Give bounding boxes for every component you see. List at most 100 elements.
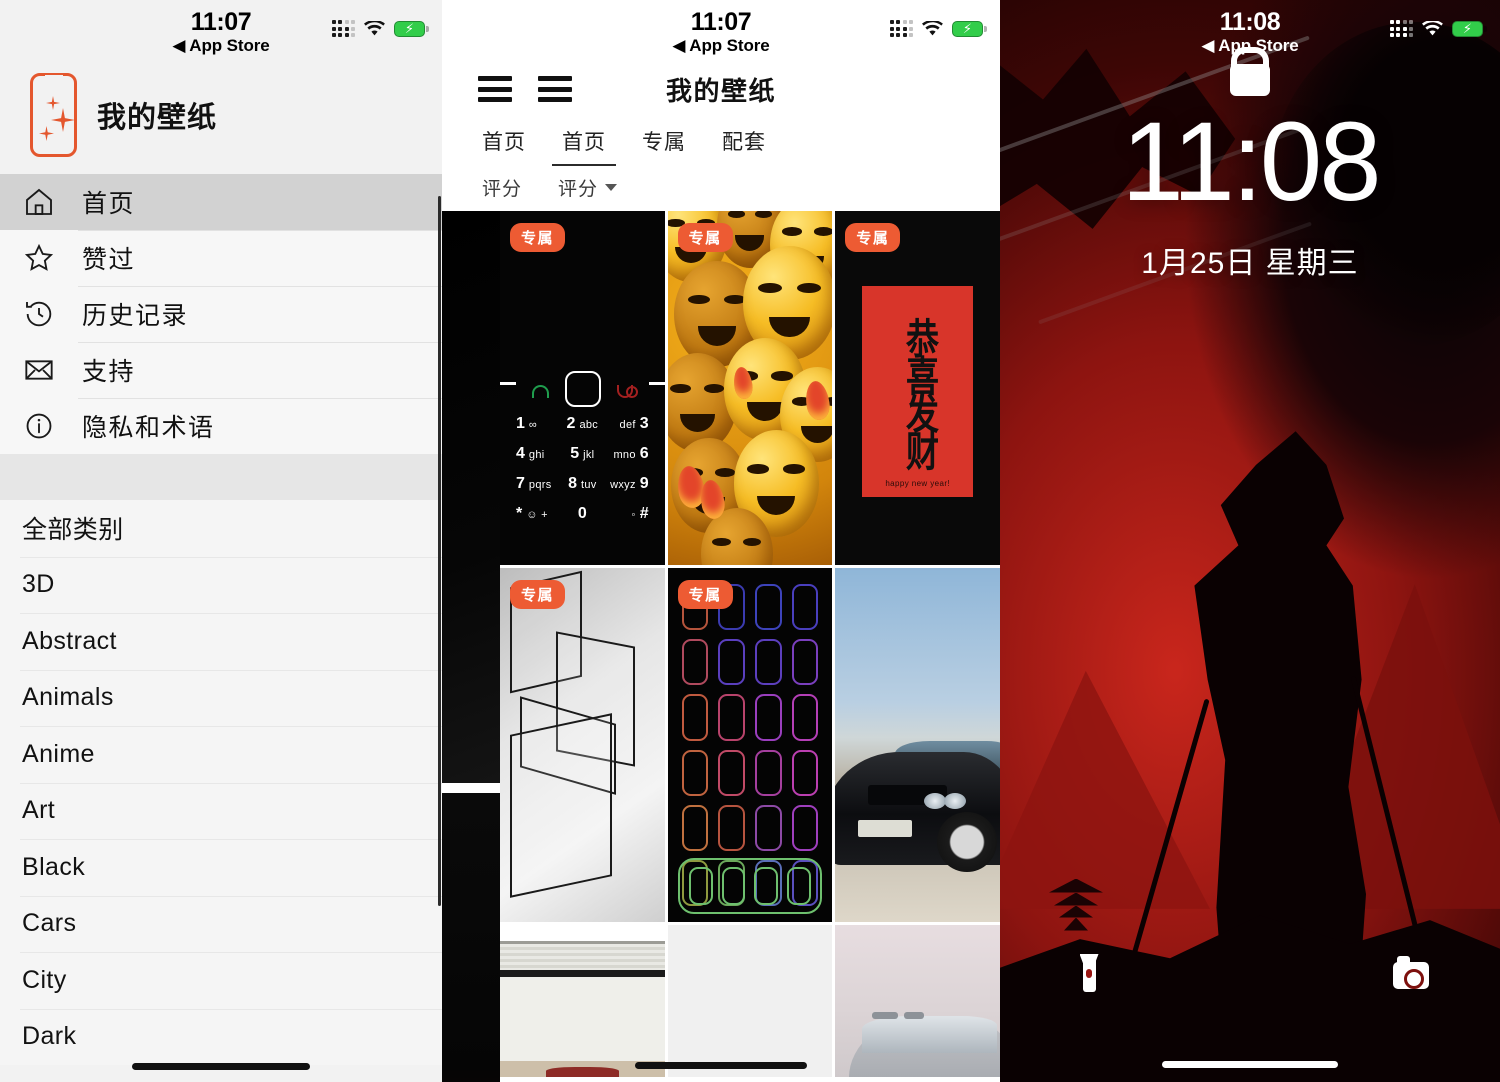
tab-home-1[interactable]: 首页 (464, 120, 544, 170)
home-indicator[interactable] (132, 1063, 310, 1070)
sidebar-label: 支持 (82, 358, 136, 386)
sidebar-label: 赞过 (82, 246, 136, 274)
status-back-to-app-store[interactable]: ◀ App Store (442, 36, 1000, 56)
wallpaper-tile[interactable]: 专属 (500, 568, 665, 922)
wifi-icon (364, 19, 385, 37)
sidebar-item-history[interactable]: 历史记录 (0, 286, 442, 342)
key-num: 9 (639, 475, 649, 492)
wallpaper-tile[interactable] (835, 925, 1000, 1077)
gallery-navbar: 我的壁纸 (442, 58, 1000, 120)
gallery-tabs: 首页 首页 专属 配套 (442, 120, 1000, 170)
lockscreen-date: 1月25日 星期三 (1141, 247, 1359, 280)
key-sub: mno (613, 449, 636, 461)
key-num: 6 (639, 445, 649, 462)
key-sub: ◦ (631, 509, 636, 521)
flashlight-button[interactable] (1062, 948, 1116, 1002)
key-num: 1 (516, 415, 525, 432)
key-num: 4 (516, 445, 525, 462)
wallpaper-tile[interactable] (835, 568, 1000, 922)
info-icon (22, 409, 56, 443)
category-item-3d[interactable]: 3D (0, 556, 442, 614)
key-sub: ☺ + (526, 509, 548, 521)
wallpaper-grid: 1 ∞ 2 abc def 3 4 ghi 5 jkl mno 6 7 pqrs 8 tuv w… (500, 211, 1000, 1077)
newyear-text: 恭喜发财 (900, 316, 937, 467)
wallpaper-tile[interactable] (667, 925, 833, 1077)
wallpaper-tile[interactable]: 专属 (667, 211, 833, 565)
status-back-to-app-store[interactable]: ◀ App Store (0, 36, 442, 56)
keypad-graphic: 1 ∞ 2 abc def 3 4 ghi 5 jkl mno 6 7 pqrs 8 tuv w… (500, 361, 665, 523)
sidebar-item-support[interactable]: 支持 (0, 342, 442, 398)
wallpaper-tile[interactable]: 1 ∞ 2 abc def 3 4 ghi 5 jkl mno 6 7 pqrs 8 tuv w… (500, 211, 665, 565)
wallpaper-art-keypad: 1 ∞ 2 abc def 3 4 ghi 5 jkl mno 6 7 pqrs 8 tuv w… (500, 211, 665, 565)
status-indicators: ⚡ (889, 19, 987, 37)
sidebar-item-home[interactable]: 首页 (0, 174, 442, 230)
status-badge: 专属 (510, 580, 566, 609)
status-bar-panel3: 11:08 ◀ App Store ⚡ (1000, 0, 1500, 58)
category-item-art[interactable]: Art (0, 782, 442, 840)
panel-gallery: 11:07 ◀ App Store ⚡ 我的壁纸 首页 首页 专属 配套 评分 … (442, 0, 1000, 1082)
key-sub: tuv (580, 479, 597, 491)
battery-charging-icon: ⚡ (394, 20, 429, 37)
key-sub: ghi (528, 449, 545, 461)
wallpaper-tile[interactable] (500, 925, 665, 1077)
home-indicator[interactable] (635, 1062, 807, 1069)
sidebar-item-privacy[interactable]: 隐私和术语 (0, 398, 442, 454)
app-brand: 我的壁纸 (0, 58, 442, 174)
key-num: 2 (566, 415, 576, 432)
key-num: 8 (568, 475, 577, 492)
sort-rating-dropdown[interactable]: 评分 (540, 174, 635, 201)
wallpaper-tile[interactable]: 恭喜发财 happy new year! 专属 (835, 211, 1000, 565)
category-item-anime[interactable]: Anime (0, 726, 442, 783)
key-sub: pqrs (528, 479, 552, 491)
tab-exclusive[interactable]: 专属 (624, 120, 704, 170)
wallpaper-art-cubes (500, 568, 665, 922)
category-item-abstract[interactable]: Abstract (0, 613, 442, 670)
status-badge: 专属 (845, 223, 901, 252)
key-sub: def (619, 419, 636, 431)
signal-icon (331, 20, 355, 37)
tab-matching[interactable]: 配套 (704, 120, 784, 170)
wallpaper-tile[interactable]: 专属 (667, 568, 833, 922)
status-indicators: ⚡ (1389, 19, 1487, 37)
signal-icon (1389, 20, 1413, 37)
category-item-all[interactable]: 全部类别 (0, 500, 442, 557)
sort-label: 评分 (482, 179, 523, 200)
grid-edge-column (442, 211, 500, 1082)
lockscreen-time: 11:08 (1121, 99, 1382, 224)
category-item-black[interactable]: Black (0, 839, 442, 896)
key-sub: wxyz (610, 479, 636, 491)
edge-tile-bottom[interactable] (442, 793, 500, 1082)
category-item-city[interactable]: City (0, 952, 442, 1009)
chevron-down-icon (605, 184, 618, 191)
panel-drawer: 11:07 ◀ App Store ⚡ 我的壁纸 首页 赞过 历史记录 支持 隐… (0, 0, 442, 1082)
category-item-animals[interactable]: Animals (0, 669, 442, 727)
key-num: 0 (577, 505, 587, 522)
sidebar-label: 隐私和术语 (82, 414, 215, 442)
key-sub: jkl (583, 449, 595, 461)
status-back-to-app-store[interactable]: ◀ App Store (1000, 36, 1500, 56)
status-badge: 专属 (510, 223, 566, 252)
home-indicator[interactable] (1162, 1061, 1338, 1068)
home-icon (22, 185, 56, 219)
hamburger-icon[interactable] (478, 76, 512, 102)
status-bar-panel1: 11:07 ◀ App Store ⚡ (0, 0, 442, 58)
category-item-dark[interactable]: Dark (0, 1008, 442, 1066)
pagoda-silhouette (1045, 878, 1107, 931)
key-num: * (516, 505, 523, 522)
key-num: # (639, 505, 649, 522)
history-icon (22, 297, 56, 331)
sidebar-item-liked[interactable]: 赞过 (0, 230, 442, 286)
camera-button[interactable] (1384, 948, 1438, 1002)
wifi-icon (922, 19, 943, 37)
tab-home-2[interactable]: 首页 (544, 120, 624, 170)
page-title: 我的壁纸 (665, 75, 776, 106)
drawer-scrollbar[interactable] (438, 196, 441, 906)
drawer-nav: 首页 赞过 历史记录 支持 隐私和术语 (0, 174, 442, 454)
sort-rating-label[interactable]: 评分 (464, 174, 540, 201)
hamburger-icon[interactable] (538, 76, 572, 102)
wallpaper-art-neon (667, 568, 833, 922)
wallpaper-art-car2 (835, 925, 1000, 1077)
category-item-cars[interactable]: Cars (0, 895, 442, 953)
status-indicators: ⚡ (331, 19, 429, 37)
edge-tile-top[interactable] (442, 211, 500, 783)
